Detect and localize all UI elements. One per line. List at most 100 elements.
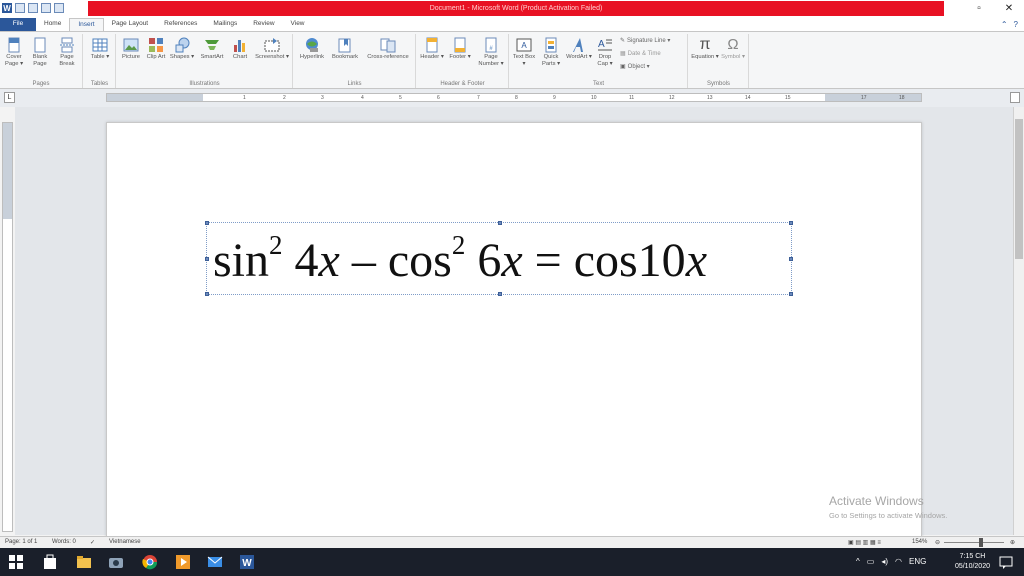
- table-icon: [92, 38, 108, 52]
- picture-button[interactable]: Picture: [119, 37, 143, 61]
- zoom-out-icon[interactable]: ⊖: [935, 539, 940, 546]
- tab-view[interactable]: View: [283, 18, 313, 31]
- close-button[interactable]: ✕: [994, 0, 1024, 17]
- blank-page-button[interactable]: Blank Page: [28, 37, 52, 68]
- windows-start-icon[interactable]: [8, 554, 24, 570]
- resize-handle[interactable]: [789, 221, 793, 225]
- wordart-button[interactable]: WordArt ▾: [566, 37, 592, 61]
- media-player-icon[interactable]: [175, 554, 191, 570]
- resize-handle[interactable]: [498, 221, 502, 225]
- horizontal-ruler[interactable]: 1 2 3 4 5 6 7 8 9 10 11 12 13 14 15 17 1…: [106, 93, 922, 102]
- picture-icon: [123, 38, 139, 52]
- document-page[interactable]: sin2 4x – cos2 6x = cos10x: [106, 122, 922, 542]
- bookmark-button[interactable]: Bookmark: [330, 37, 360, 61]
- tab-insert[interactable]: Insert: [69, 18, 104, 31]
- tab-selector[interactable]: L: [4, 92, 15, 103]
- header-button[interactable]: Header ▾: [419, 37, 445, 61]
- cover-page-button[interactable]: Cover Page ▾: [2, 37, 26, 68]
- chrome-icon[interactable]: [142, 554, 158, 570]
- notification-icon[interactable]: [998, 554, 1014, 570]
- volume-icon[interactable]: ◂): [881, 557, 888, 566]
- zoom-in-icon[interactable]: ⊕: [1010, 539, 1015, 546]
- camera-icon[interactable]: [108, 554, 124, 570]
- save-icon[interactable]: [15, 3, 25, 13]
- ruler-tick: 18: [899, 95, 905, 101]
- quick-parts-button[interactable]: Quick Parts ▾: [538, 37, 564, 68]
- clock[interactable]: 7:15 CH 05/10/2020: [955, 552, 990, 572]
- title-bar: W Document1 - Microsoft Word (Product Ac…: [0, 0, 1024, 17]
- vertical-scrollbar[interactable]: [1013, 107, 1024, 535]
- footer-button[interactable]: Footer ▾: [447, 37, 473, 61]
- tab-page-layout[interactable]: Page Layout: [104, 18, 157, 31]
- group-label-links: Links: [347, 81, 362, 87]
- group-header-footer: Header ▾ Footer ▾ # Page Number ▾ Header…: [417, 34, 509, 88]
- proofing-icon[interactable]: ✓: [90, 539, 95, 546]
- page-count[interactable]: Page: 1 of 1: [5, 539, 37, 545]
- chevron-up-icon[interactable]: ^: [856, 557, 860, 566]
- file-explorer-icon[interactable]: [76, 554, 92, 570]
- object-button[interactable]: ▣ Object ▾: [620, 63, 650, 70]
- quick-parts-icon: [545, 37, 557, 53]
- word-app-icon[interactable]: W: [2, 3, 12, 13]
- equation-object[interactable]: sin2 4x – cos2 6x = cos10x: [205, 221, 793, 296]
- group-illustrations: Picture Clip Art Shapes ▾ SmartArt Chart…: [117, 34, 293, 88]
- scrollbar-thumb[interactable]: [1015, 119, 1023, 259]
- tab-review[interactable]: Review: [245, 18, 282, 31]
- table-button[interactable]: Table ▾: [87, 37, 113, 61]
- page-break-button[interactable]: Page Break: [54, 37, 80, 68]
- language-indicator[interactable]: Vietnamese: [109, 539, 141, 545]
- view-buttons[interactable]: ▣ ▤ ▥ ▦ ≡: [848, 539, 881, 546]
- cross-reference-button[interactable]: Cross-reference: [362, 37, 414, 61]
- store-icon[interactable]: [42, 554, 58, 570]
- mail-icon[interactable]: [207, 554, 223, 570]
- shapes-button[interactable]: Shapes ▾: [169, 37, 195, 61]
- ruler-tick: 3: [321, 95, 324, 101]
- restore-button[interactable]: ▫: [964, 0, 994, 17]
- view-ruler-button[interactable]: [1010, 92, 1020, 103]
- wordart-icon: [573, 38, 583, 52]
- resize-handle[interactable]: [205, 221, 209, 225]
- symbol-button[interactable]: Ω Symbol ▾: [720, 37, 746, 61]
- word-taskbar-icon[interactable]: W: [239, 554, 255, 570]
- smartart-button[interactable]: SmartArt: [197, 37, 227, 61]
- customize-qat-icon[interactable]: [54, 3, 64, 13]
- resize-handle[interactable]: [789, 292, 793, 296]
- chart-button[interactable]: Chart: [229, 37, 251, 61]
- tab-mailings[interactable]: Mailings: [205, 18, 245, 31]
- ruler-tick: 15: [785, 95, 791, 101]
- redo-icon[interactable]: [41, 3, 51, 13]
- resize-handle[interactable]: [205, 292, 209, 296]
- clip-art-button[interactable]: Clip Art: [145, 37, 167, 61]
- network-icon[interactable]: ◠: [895, 557, 902, 566]
- cover-page-icon: [8, 37, 20, 53]
- tab-references[interactable]: References: [156, 18, 205, 31]
- help-icon[interactable]: ?: [1014, 20, 1018, 29]
- zoom-slider-knob[interactable]: [979, 538, 983, 547]
- vertical-ruler[interactable]: [2, 122, 13, 532]
- undo-icon[interactable]: [28, 3, 38, 13]
- resize-handle[interactable]: [205, 257, 209, 261]
- signature-line-button[interactable]: ✎ Signature Line ▾: [620, 37, 670, 44]
- word-count[interactable]: Words: 0: [52, 539, 76, 545]
- resize-handle[interactable]: [789, 257, 793, 261]
- activate-windows-watermark: Activate Windows Go to Settings to activ…: [829, 494, 948, 520]
- hyperlink-icon: [306, 38, 318, 52]
- system-tray-icons[interactable]: ^ ▭ ◂) ◠ ENG: [856, 557, 926, 566]
- page-number-button[interactable]: # Page Number ▾: [475, 37, 507, 68]
- resize-handle[interactable]: [498, 292, 502, 296]
- ruler-tick: 4: [361, 95, 364, 101]
- hyperlink-button[interactable]: Hyperlink: [296, 37, 328, 61]
- drop-cap-button[interactable]: A Drop Cap ▾: [594, 37, 616, 68]
- date-time-button[interactable]: ▦ Date & Time: [620, 50, 661, 58]
- zoom-level[interactable]: 154%: [912, 539, 927, 545]
- tab-file[interactable]: File: [0, 18, 36, 31]
- battery-icon[interactable]: ▭: [867, 557, 875, 566]
- text-box-button[interactable]: A Text Box ▾: [512, 37, 536, 68]
- equation-button[interactable]: π Equation ▾: [691, 37, 719, 61]
- tab-home[interactable]: Home: [36, 18, 69, 31]
- language-tray[interactable]: ENG: [909, 557, 926, 566]
- zoom-slider[interactable]: [944, 542, 1004, 543]
- pi-icon: π: [699, 36, 711, 53]
- screenshot-button[interactable]: Screenshot ▾: [253, 37, 291, 61]
- minimize-ribbon-icon[interactable]: ⌃: [1001, 20, 1008, 29]
